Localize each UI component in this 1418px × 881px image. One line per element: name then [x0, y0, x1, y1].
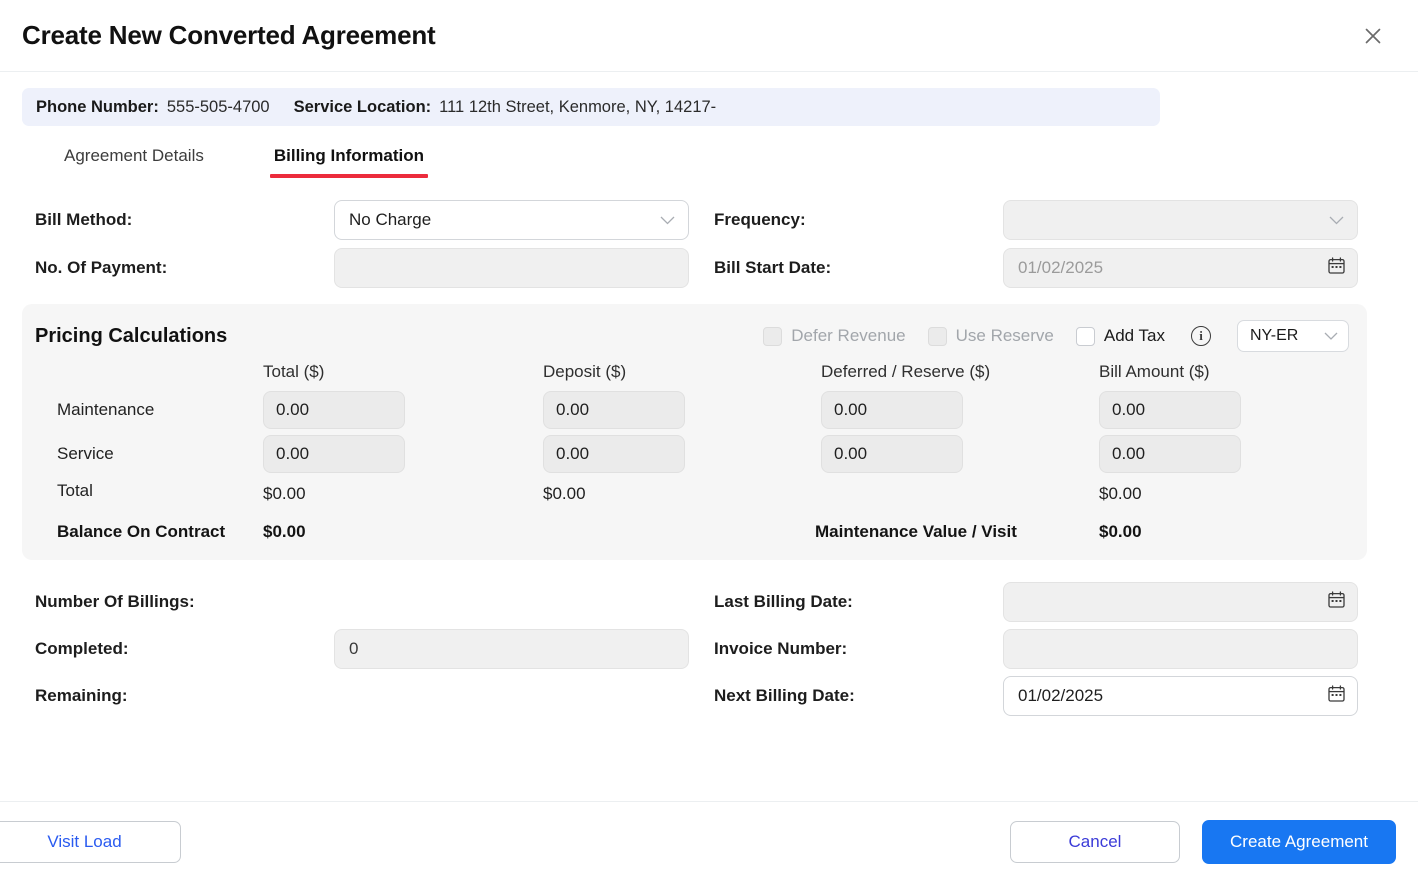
- next-billing-date-label: Next Billing Date:: [714, 686, 855, 705]
- next-billing-date-value: 01/02/2025: [1018, 686, 1104, 705]
- maintenance-deferred-input[interactable]: 0.00: [821, 391, 963, 429]
- tax-code-select[interactable]: NY-ER: [1237, 320, 1349, 352]
- row-label-total: Total: [57, 481, 93, 500]
- remaining-label: Remaining:: [35, 686, 128, 705]
- calendar-icon[interactable]: [1328, 257, 1345, 279]
- create-converted-agreement-modal: Create New Converted Agreement Phone Num…: [0, 0, 1418, 881]
- tab-agreement-details[interactable]: Agreement Details: [62, 140, 206, 178]
- modal-body: Phone Number: 555-505-4700 Service Locat…: [0, 72, 1418, 801]
- col-header-blank: [35, 368, 257, 378]
- defer-revenue-checkbox[interactable]: Defer Revenue: [763, 326, 906, 346]
- billing-bottom-form: Number Of Billings: Last Billing Date: C…: [22, 582, 1396, 716]
- modal-header: Create New Converted Agreement: [0, 0, 1418, 72]
- value: 0.00: [1112, 400, 1146, 419]
- col-header-deposit: Deposit ($): [543, 362, 627, 381]
- add-tax-checkbox[interactable]: Add Tax: [1075, 326, 1165, 346]
- service-deposit-input[interactable]: 0.00: [543, 435, 685, 473]
- page-title: Create New Converted Agreement: [22, 20, 436, 50]
- maintenance-total-input[interactable]: 0.00: [263, 391, 405, 429]
- balance-on-contract-value: $0.00: [263, 522, 306, 541]
- create-agreement-button[interactable]: Create Agreement: [1202, 819, 1396, 864]
- service-location-label: Service Location:: [293, 97, 432, 116]
- total-bill-amount-value: $0.00: [1099, 484, 1142, 503]
- completed-input[interactable]: 0: [334, 629, 689, 669]
- phone-number-value: 555-505-4700: [166, 97, 270, 116]
- total-deposit-value: $0.00: [543, 484, 586, 503]
- pricing-summary-row: Balance On Contract $0.00 Maintenance Va…: [35, 522, 1349, 542]
- row-label-service: Service: [57, 444, 114, 463]
- no-of-payment-input[interactable]: [334, 248, 689, 288]
- bill-method-select[interactable]: No Charge: [334, 200, 689, 240]
- pricing-options: Defer Revenue Use Reserve Add Tax i NY-E…: [741, 320, 1349, 352]
- calendar-icon[interactable]: [1328, 685, 1345, 707]
- value: 0.00: [276, 400, 310, 419]
- last-billing-date-input[interactable]: [1003, 582, 1358, 622]
- no-of-payment-label: No. Of Payment:: [35, 258, 168, 277]
- pricing-calculations-title: Pricing Calculations: [35, 324, 228, 347]
- service-bill-amount-input[interactable]: 0.00: [1099, 435, 1241, 473]
- service-location-value: 111 12th Street, Kenmore, NY, 14217-: [439, 97, 717, 116]
- pricing-panel-header: Pricing Calculations Defer Revenue Use R…: [35, 320, 1349, 352]
- bill-method-label: Bill Method:: [35, 210, 133, 229]
- use-reserve-label: Use Reserve: [955, 326, 1054, 345]
- close-icon[interactable]: [1356, 19, 1390, 53]
- phone-number-label: Phone Number:: [36, 97, 159, 116]
- chevron-down-icon: [1324, 327, 1338, 345]
- chevron-down-icon: [1329, 210, 1344, 230]
- checkbox-box: [927, 326, 947, 346]
- pricing-table: Total ($) Deposit ($) Deferred / Reserve…: [35, 358, 1349, 506]
- balance-on-contract-label: Balance On Contract: [57, 522, 226, 541]
- frequency-select[interactable]: [1003, 200, 1358, 240]
- add-tax-label: Add Tax: [1103, 326, 1165, 345]
- tab-bar: Agreement Details Billing Information: [22, 140, 1396, 178]
- completed-label: Completed:: [35, 639, 129, 658]
- customer-info-bar: Phone Number: 555-505-4700 Service Locat…: [22, 88, 1160, 126]
- maintenance-value-per-visit-label: Maintenance Value / Visit: [815, 522, 1017, 541]
- bill-start-date-value: 01/02/2025: [1018, 258, 1104, 277]
- value: 0.00: [556, 400, 590, 419]
- frequency-label: Frequency:: [714, 210, 806, 229]
- checkbox-box: [1075, 326, 1095, 346]
- tab-billing-information[interactable]: Billing Information: [269, 140, 429, 178]
- col-header-deferred-reserve: Deferred / Reserve ($): [821, 362, 991, 381]
- defer-revenue-label: Defer Revenue: [791, 326, 906, 345]
- col-header-total: Total ($): [263, 362, 325, 381]
- chevron-down-icon: [660, 210, 675, 230]
- value: 0.00: [556, 444, 590, 463]
- calendar-icon[interactable]: [1328, 591, 1345, 613]
- service-total-input[interactable]: 0.00: [263, 435, 405, 473]
- tax-code-value: NY-ER: [1250, 327, 1299, 344]
- billing-top-form: Bill Method: No Charge Frequency: No. Of…: [22, 200, 1396, 288]
- invoice-number-input[interactable]: [1003, 629, 1358, 669]
- modal-footer: Visit Load Cancel Create Agreement: [0, 801, 1418, 881]
- total-total-value: $0.00: [263, 484, 306, 503]
- bill-start-date-input[interactable]: 01/02/2025: [1003, 248, 1358, 288]
- bill-start-date-label: Bill Start Date:: [714, 258, 832, 277]
- invoice-number-label: Invoice Number:: [714, 639, 848, 658]
- maintenance-bill-amount-input[interactable]: 0.00: [1099, 391, 1241, 429]
- cancel-button[interactable]: Cancel: [1010, 820, 1180, 863]
- completed-value: 0: [349, 639, 359, 658]
- number-of-billings-label: Number Of Billings:: [35, 592, 195, 611]
- total-deferred-value: [815, 486, 1093, 496]
- maintenance-deposit-input[interactable]: 0.00: [543, 391, 685, 429]
- visit-load-button[interactable]: Visit Load: [0, 820, 181, 863]
- use-reserve-checkbox[interactable]: Use Reserve: [927, 326, 1054, 346]
- pricing-calculations-panel: Pricing Calculations Defer Revenue Use R…: [22, 304, 1367, 560]
- bill-method-value: No Charge: [349, 210, 432, 229]
- value: 0.00: [834, 444, 868, 463]
- next-billing-date-input[interactable]: 01/02/2025: [1003, 676, 1358, 716]
- col-header-bill-amount: Bill Amount ($): [1099, 362, 1210, 381]
- service-deferred-input[interactable]: 0.00: [821, 435, 963, 473]
- last-billing-date-label: Last Billing Date:: [714, 592, 853, 611]
- maintenance-value-per-visit-value: $0.00: [1099, 522, 1142, 541]
- info-icon[interactable]: i: [1191, 326, 1211, 346]
- row-label-maintenance: Maintenance: [57, 400, 155, 419]
- value: 0.00: [834, 400, 868, 419]
- footer-actions: Cancel Create Agreement: [1010, 819, 1396, 864]
- checkbox-box: [763, 326, 783, 346]
- value: 0.00: [1112, 444, 1146, 463]
- value: 0.00: [276, 444, 310, 463]
